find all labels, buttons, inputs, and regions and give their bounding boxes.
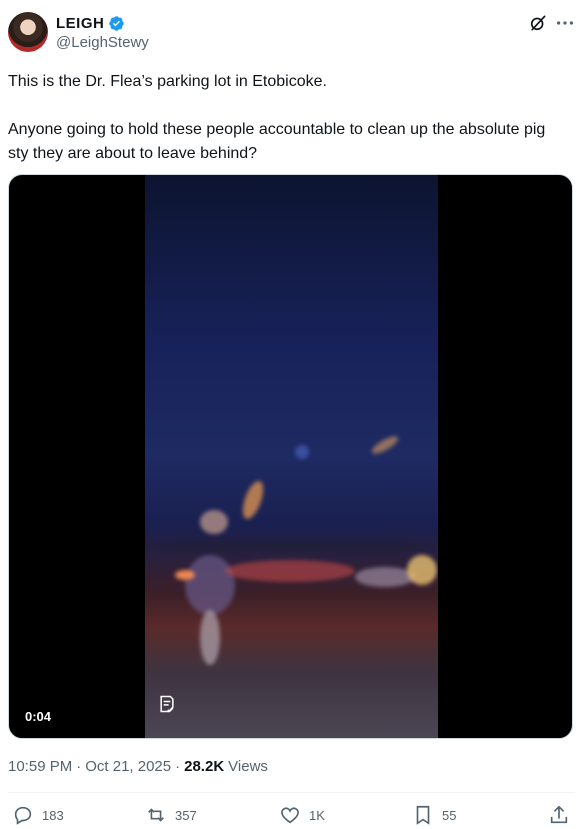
- verified-icon: [109, 15, 125, 31]
- views-label: Views: [228, 758, 268, 775]
- grok-icon[interactable]: [528, 13, 548, 33]
- reply-count: 183: [42, 807, 64, 823]
- repost-icon: [148, 808, 164, 822]
- share-button[interactable]: [548, 804, 570, 826]
- video-duration: 0:04: [25, 709, 52, 724]
- meta-separator: ·: [175, 758, 181, 775]
- repost-button[interactable]: 357: [145, 804, 197, 826]
- like-icon: [281, 807, 299, 824]
- like-button[interactable]: 1K: [279, 804, 325, 826]
- tweet-text: This is the Dr. Flea’s parking lot in Et…: [8, 73, 546, 162]
- more-icon[interactable]: [554, 12, 576, 34]
- tweet-date[interactable]: Oct 21, 2025: [85, 758, 171, 775]
- views-count: 28.2K: [184, 758, 225, 775]
- bookmark-count: 55: [442, 807, 457, 823]
- author-handle[interactable]: @LeighStewy: [56, 34, 149, 51]
- share-icon: [550, 805, 568, 824]
- display-name[interactable]: LEIGH: [56, 15, 104, 32]
- reply-icon: [14, 806, 32, 825]
- video-player[interactable]: 0:04: [8, 174, 573, 739]
- like-count: 1K: [309, 807, 325, 823]
- tweet-time[interactable]: 10:59 PM: [8, 758, 72, 775]
- video-frame[interactable]: [145, 175, 438, 738]
- meta-separator: ·: [76, 758, 82, 775]
- bookmark-icon: [416, 805, 430, 825]
- tweet-meta: 10:59 PM · Oct 21, 2025 · 28.2K Views: [8, 758, 268, 775]
- author-name-row: LEIGH: [56, 13, 125, 33]
- caption-icon[interactable]: [157, 693, 177, 715]
- avatar[interactable]: [8, 12, 48, 52]
- action-bar: 183 357 1K 55: [8, 804, 575, 829]
- divider: [8, 792, 575, 793]
- repost-count: 357: [175, 807, 197, 823]
- bookmark-button[interactable]: 55: [412, 804, 456, 826]
- reply-button[interactable]: 183: [12, 804, 64, 826]
